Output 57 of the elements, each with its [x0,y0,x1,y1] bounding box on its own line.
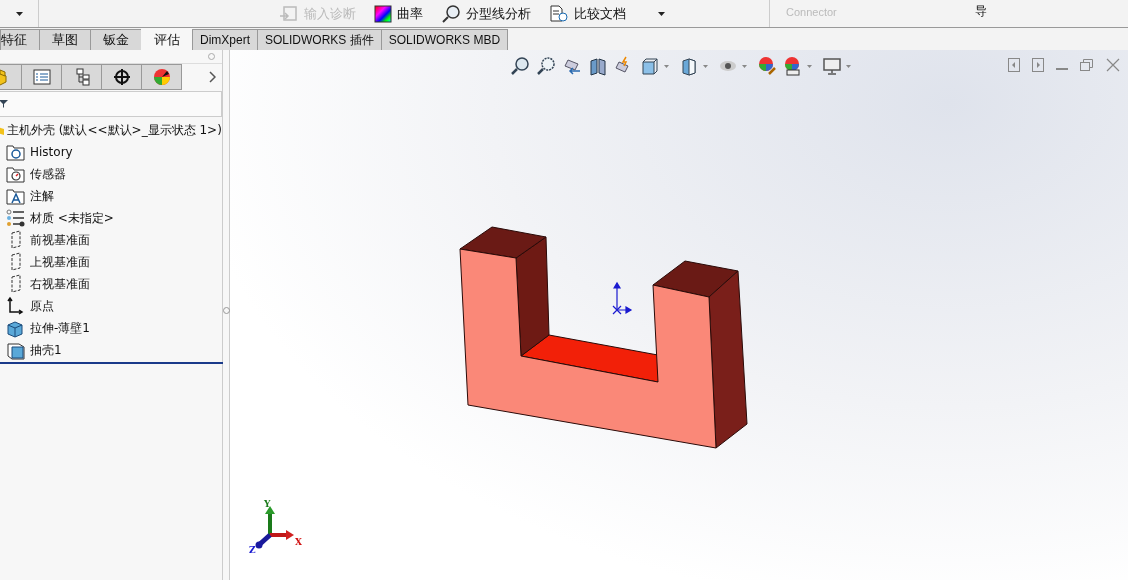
cube-icon [6,318,26,338]
toolbar-button[interactable]: 比较文档 [549,4,626,23]
panel-right-icon[interactable] [1032,58,1044,72]
section-icon[interactable] [588,56,608,76]
close-icon[interactable] [1106,58,1120,72]
filter-icon[interactable] [0,100,9,108]
material-list-icon [6,208,26,228]
monitor-icon[interactable] [822,56,842,76]
caret-icon[interactable] [15,11,23,16]
tree-item[interactable]: 原点 [30,297,54,315]
color-ball-icon [151,67,172,86]
origin-icon [612,281,633,315]
tree-item[interactable]: 上视基准面 [30,253,90,271]
magnifier-icon[interactable] [510,56,530,76]
tab[interactable]: 评估 [141,28,193,50]
magnifier-icon[interactable] [536,56,556,76]
origin-icon [6,296,26,316]
tree-item[interactable]: 抽壳1 [30,341,62,359]
restore-icon[interactable] [1080,58,1094,72]
tab[interactable]: 草图 [39,29,91,50]
cube-icon[interactable] [640,56,660,76]
tab[interactable]: SOLIDWORKS 插件 [257,29,382,50]
crosshair-icon [111,67,132,86]
import-icon [279,4,299,23]
tree-item[interactable]: History [30,145,73,159]
tree-item[interactable]: 传感器 [30,165,66,183]
document-icon [549,4,569,23]
tab[interactable]: 钣金 [90,29,142,50]
folder-clock-icon [6,142,26,162]
axis-triad-drawing [255,506,294,549]
tree-item[interactable]: 拉伸-薄壁1 [30,319,90,337]
list-icon [31,67,52,86]
folder-gauge-icon [6,164,26,184]
tree-item[interactable]: 前视基准面 [30,231,90,249]
panel-left-icon[interactable] [1008,58,1020,72]
tree-item[interactable]: 注解 [30,187,54,205]
caret-icon[interactable] [658,11,665,16]
chevron-right-icon[interactable] [209,70,216,83]
shell-icon [6,340,26,360]
tree-item[interactable]: 右视基准面 [30,275,90,293]
magnifier-icon [441,4,461,23]
gradient-icon [374,4,392,23]
box-icon[interactable] [679,56,699,76]
axis-label: Z [249,545,256,555]
tab[interactable]: 特征 [0,29,40,50]
color-ball-icon[interactable] [783,56,803,76]
toolbar-button[interactable]: 分型线分析 [441,4,531,23]
tab[interactable]: DimXpert [192,29,258,50]
color-ball-icon[interactable] [757,56,777,76]
axis-label: Y [264,499,271,509]
axis-label: X [295,537,302,547]
tab[interactable]: SOLIDWORKS MBD [380,29,509,50]
folder-letter-icon [6,186,26,206]
toolbar-button[interactable]: 曲率 [374,4,423,23]
tree-item[interactable]: 材质 <未指定> [30,209,114,227]
tree-root[interactable]: 主机外壳 (默认<<默认>_显示状态 1>) [7,121,222,139]
toolbar-button[interactable]: 导 [975,3,987,20]
